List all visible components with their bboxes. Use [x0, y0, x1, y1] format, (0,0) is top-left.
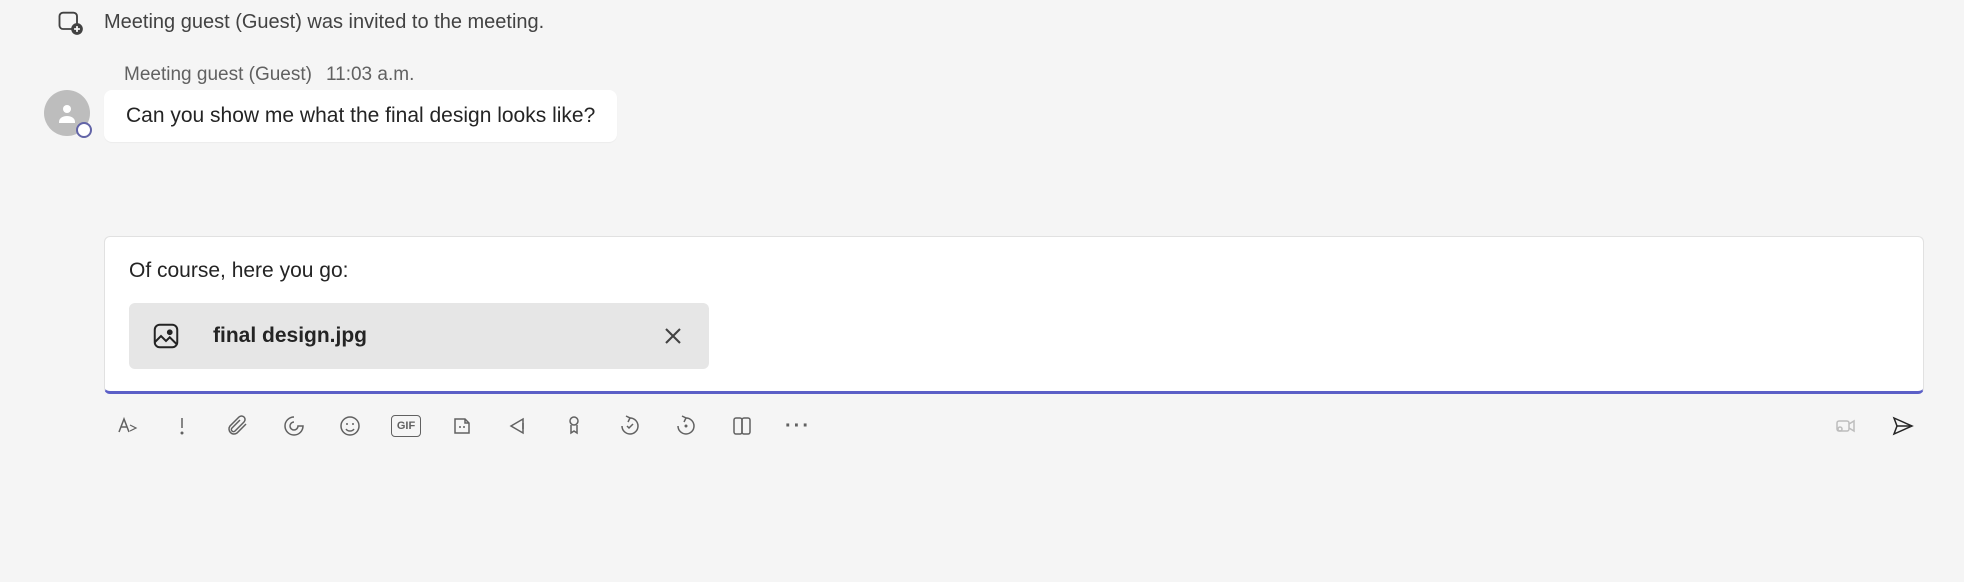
message-header: Meeting guest (Guest) 11:03 a.m.	[104, 64, 617, 86]
composer-text[interactable]: Of course, here you go:	[129, 259, 1899, 283]
approvals-button[interactable]	[614, 410, 646, 442]
message-composer[interactable]: Of course, here you go: final design.jpg	[104, 236, 1924, 394]
emoji-button[interactable]	[334, 410, 366, 442]
composer-toolbar: GIF ···	[104, 394, 1924, 442]
presence-indicator	[76, 122, 92, 138]
calendar-add-icon	[56, 8, 84, 36]
system-event-row: Meeting guest (Guest) was invited to the…	[40, 0, 1924, 36]
gif-button[interactable]: GIF	[390, 410, 422, 442]
video-clip-button[interactable]	[1830, 410, 1862, 442]
attach-button[interactable]	[222, 410, 254, 442]
message-row: Meeting guest (Guest) 11:03 a.m. Can you…	[40, 64, 1924, 142]
attachment-filename: final design.jpg	[213, 324, 659, 348]
attachment-chip[interactable]: final design.jpg	[129, 303, 709, 369]
image-icon	[151, 321, 181, 351]
praise-button[interactable]	[558, 410, 590, 442]
more-button[interactable]: ···	[782, 410, 814, 442]
priority-button[interactable]	[166, 410, 198, 442]
remove-attachment-button[interactable]	[659, 322, 687, 350]
format-button[interactable]	[110, 410, 142, 442]
loop-button[interactable]	[278, 410, 310, 442]
send-button[interactable]	[1886, 410, 1918, 442]
avatar[interactable]	[44, 90, 90, 136]
message-time: 11:03 a.m.	[326, 64, 414, 86]
updates-button[interactable]	[670, 410, 702, 442]
system-event-text: Meeting guest (Guest) was invited to the…	[104, 11, 544, 34]
actions-button[interactable]	[502, 410, 534, 442]
viva-button[interactable]	[726, 410, 758, 442]
sticker-button[interactable]	[446, 410, 478, 442]
message-sender: Meeting guest (Guest)	[124, 64, 312, 86]
message-bubble[interactable]: Can you show me what the final design lo…	[104, 90, 617, 142]
